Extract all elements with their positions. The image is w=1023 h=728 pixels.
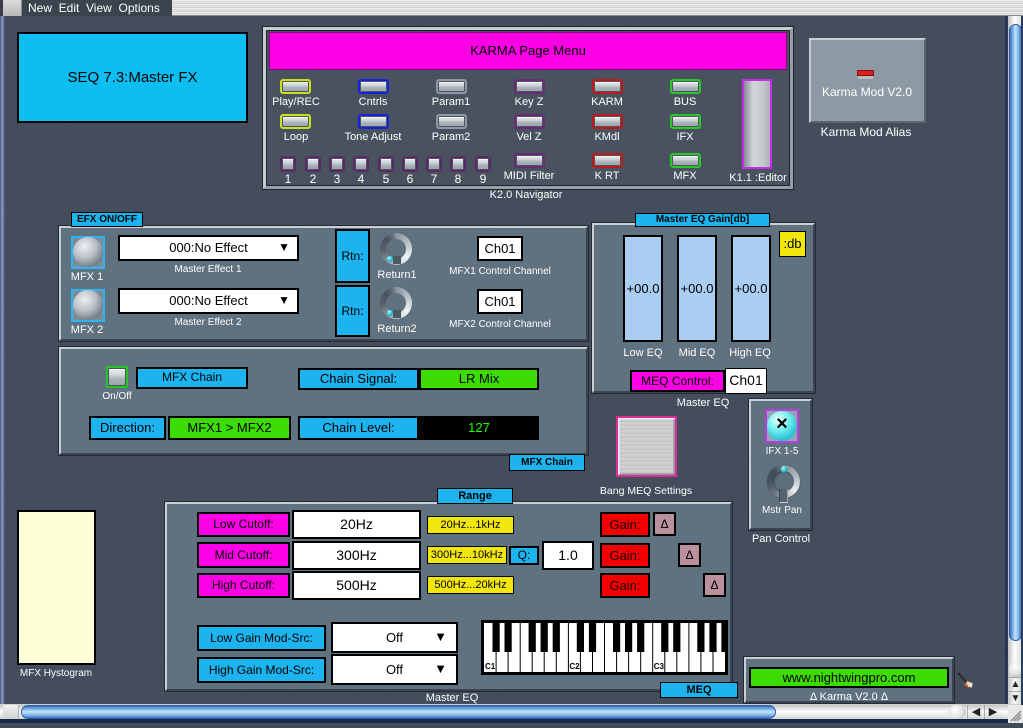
svg-text:C1: C1: [485, 662, 496, 671]
svg-text:C2: C2: [569, 662, 580, 671]
svg-text:C3: C3: [654, 662, 665, 671]
